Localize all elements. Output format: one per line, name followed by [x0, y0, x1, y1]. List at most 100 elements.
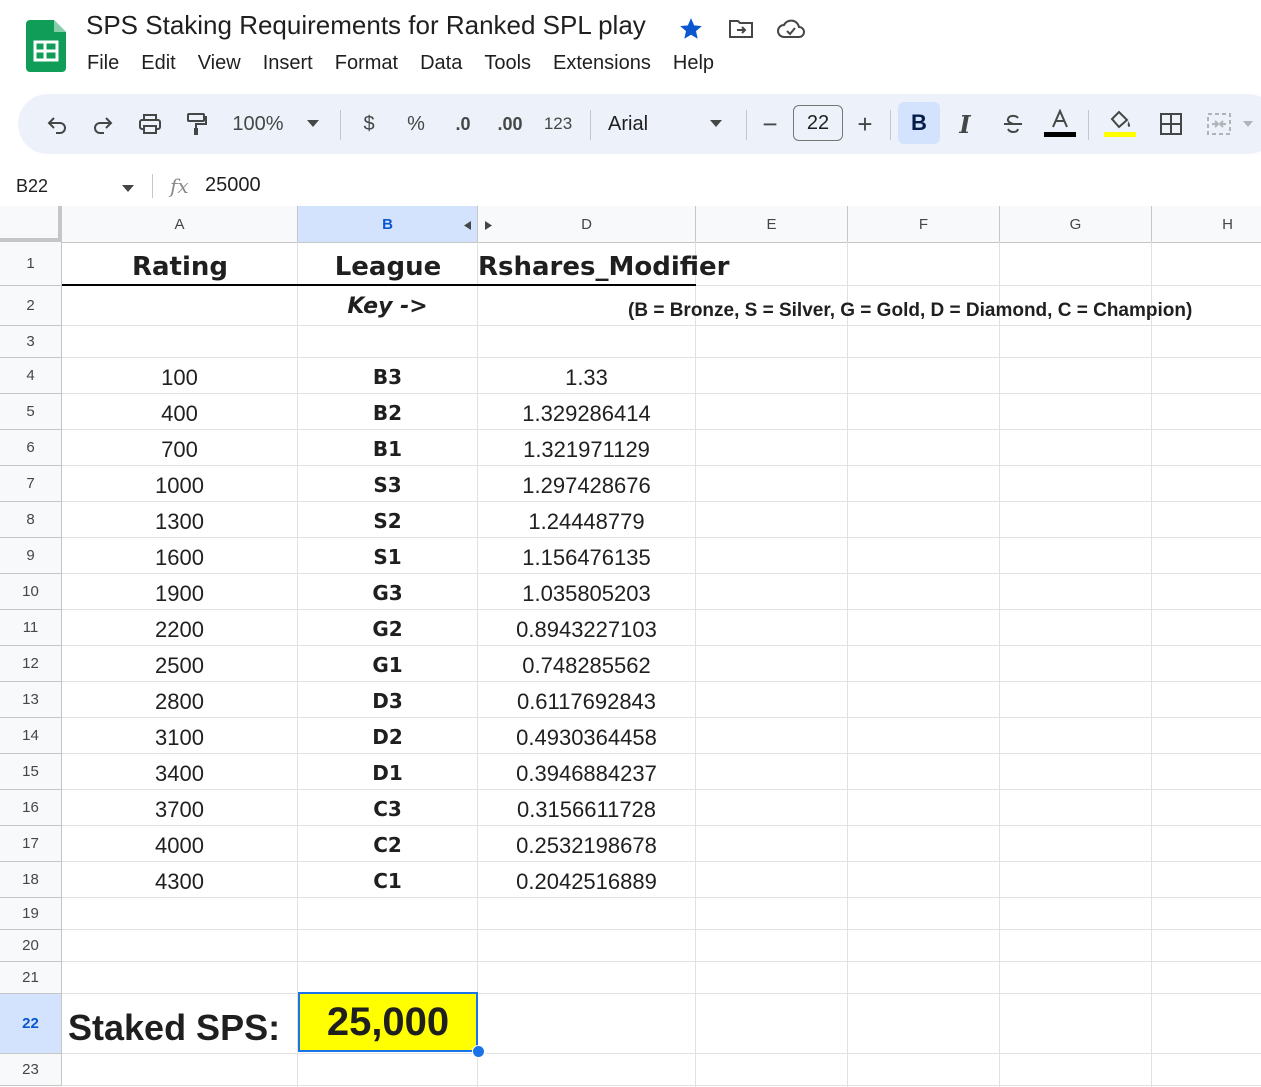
menu-edit[interactable]: Edit	[130, 50, 186, 77]
cell-modifier[interactable]: 1.24448779	[478, 502, 696, 538]
row-header-13[interactable]: 13	[0, 682, 62, 718]
cell-rating[interactable]: 400	[62, 394, 298, 430]
cell-modifier[interactable]: 1.329286414	[478, 394, 696, 430]
row-header-19[interactable]: 19	[0, 898, 62, 930]
column-header-f[interactable]: F	[848, 206, 1000, 242]
cell-modifier[interactable]: 1.035805203	[478, 574, 696, 610]
row-header-6[interactable]: 6	[0, 430, 62, 466]
zoom-dropdown-icon[interactable]	[303, 94, 323, 154]
text-color-icon[interactable]	[1042, 94, 1078, 154]
cell-modifier[interactable]: 1.297428676	[478, 466, 696, 502]
cell-rating[interactable]: 2500	[62, 646, 298, 682]
strikethrough-icon[interactable]	[998, 94, 1028, 154]
cell-d1-modifier-header[interactable]: Rshares_Modifier	[478, 242, 729, 286]
cell-league[interactable]: C2	[298, 826, 478, 862]
cell-modifier[interactable]: 0.2042516889	[478, 862, 696, 898]
cell-league[interactable]: C1	[298, 862, 478, 898]
cell-league[interactable]: G2	[298, 610, 478, 646]
cell-league[interactable]: D2	[298, 718, 478, 754]
cell-modifier[interactable]: 0.8943227103	[478, 610, 696, 646]
star-icon[interactable]	[676, 14, 706, 44]
row-header-10[interactable]: 10	[0, 574, 62, 610]
cell-rating[interactable]: 4000	[62, 826, 298, 862]
row-header-22[interactable]: 22	[0, 994, 62, 1054]
fill-color-icon[interactable]	[1102, 94, 1138, 154]
cell-modifier[interactable]: 1.156476135	[478, 538, 696, 574]
cell-b2-key-label[interactable]: Key ->	[298, 286, 478, 326]
cell-rating[interactable]: 4300	[62, 862, 298, 898]
cell-league[interactable]: G3	[298, 574, 478, 610]
hidden-columns-right-arrow-icon[interactable]	[485, 221, 492, 230]
italic-button[interactable]: I	[952, 94, 978, 154]
cell-rating[interactable]: 3400	[62, 754, 298, 790]
cell-league[interactable]: S3	[298, 466, 478, 502]
row-header-20[interactable]: 20	[0, 930, 62, 962]
cell-rating[interactable]: 3100	[62, 718, 298, 754]
menu-tools[interactable]: Tools	[473, 50, 542, 77]
cell-rating[interactable]: 700	[62, 430, 298, 466]
row-header-21[interactable]: 21	[0, 962, 62, 994]
cell-league[interactable]: B3	[298, 358, 478, 394]
font-select[interactable]: Arial	[608, 94, 668, 154]
row-header-17[interactable]: 17	[0, 826, 62, 862]
cell-modifier[interactable]: 0.3946884237	[478, 754, 696, 790]
cell-rating[interactable]: 2800	[62, 682, 298, 718]
zoom-select[interactable]: 100%	[226, 94, 290, 154]
column-header-h[interactable]: H	[1152, 206, 1261, 242]
cell-rating[interactable]: 1000	[62, 466, 298, 502]
font-size-increase-button[interactable]: +	[853, 94, 877, 154]
name-box[interactable]: B22	[16, 176, 48, 197]
cell-rating[interactable]: 1900	[62, 574, 298, 610]
paint-format-icon[interactable]	[180, 94, 212, 154]
cloud-saved-icon[interactable]	[776, 14, 806, 44]
select-all-corner[interactable]	[0, 206, 62, 242]
spreadsheet-grid[interactable]: A B D E F G H 1 Rating League Rshares_Modif…	[0, 206, 1261, 1087]
merge-cells-icon[interactable]	[1204, 94, 1234, 154]
bold-button[interactable]: B	[898, 102, 940, 144]
row-header-4[interactable]: 4	[0, 358, 62, 394]
cell-modifier[interactable]: 1.321971129	[478, 430, 696, 466]
row-header-3[interactable]: 3	[0, 326, 62, 358]
cell-modifier[interactable]: 1.33	[478, 358, 696, 394]
cell-modifier[interactable]: 0.4930364458	[478, 718, 696, 754]
column-header-e[interactable]: E	[696, 206, 848, 242]
cell-modifier[interactable]: 0.6117692843	[478, 682, 696, 718]
row-header-11[interactable]: 11	[0, 610, 62, 646]
menu-data[interactable]: Data	[409, 50, 473, 77]
cell-rating[interactable]: 1600	[62, 538, 298, 574]
percent-format-button[interactable]: %	[403, 94, 429, 154]
number-format-button[interactable]: 123	[540, 94, 576, 154]
column-header-a[interactable]: A	[62, 206, 298, 242]
row-header-1[interactable]: 1	[0, 242, 62, 286]
row-header-23[interactable]: 23	[0, 1054, 62, 1086]
cell-league[interactable]: C3	[298, 790, 478, 826]
row-header-7[interactable]: 7	[0, 466, 62, 502]
borders-icon[interactable]	[1156, 94, 1186, 154]
menu-format[interactable]: Format	[324, 50, 409, 77]
currency-format-button[interactable]: $	[358, 94, 380, 154]
cell-modifier[interactable]: 0.3156611728	[478, 790, 696, 826]
cell-rating[interactable]: 100	[62, 358, 298, 394]
row-header-5[interactable]: 5	[0, 394, 62, 430]
row-header-8[interactable]: 8	[0, 502, 62, 538]
cell-a22-staked-label[interactable]: Staked SPS:	[62, 994, 298, 1054]
menu-help[interactable]: Help	[662, 50, 725, 77]
row-header-16[interactable]: 16	[0, 790, 62, 826]
row-header-15[interactable]: 15	[0, 754, 62, 790]
menu-view[interactable]: View	[187, 50, 252, 77]
column-header-d[interactable]: D	[478, 206, 696, 242]
column-header-g[interactable]: G	[1000, 206, 1152, 242]
cell-league[interactable]: S2	[298, 502, 478, 538]
cell-league[interactable]: D3	[298, 682, 478, 718]
font-size-decrease-button[interactable]: −	[758, 94, 782, 154]
decrease-decimal-button[interactable]: .0	[446, 94, 480, 154]
cell-rating[interactable]: 1300	[62, 502, 298, 538]
cell-d2-key-legend[interactable]: (B = Bronze, S = Silver, G = Gold, D = D…	[478, 286, 1258, 326]
cell-league[interactable]: D1	[298, 754, 478, 790]
row-header-9[interactable]: 9	[0, 538, 62, 574]
row-header-18[interactable]: 18	[0, 862, 62, 898]
cell-rating[interactable]: 2200	[62, 610, 298, 646]
cell-b1-league-header[interactable]: League	[298, 242, 478, 286]
cell-b22-staked-value[interactable]: 25,000	[298, 992, 478, 1052]
formula-input[interactable]: 25000	[205, 174, 261, 197]
